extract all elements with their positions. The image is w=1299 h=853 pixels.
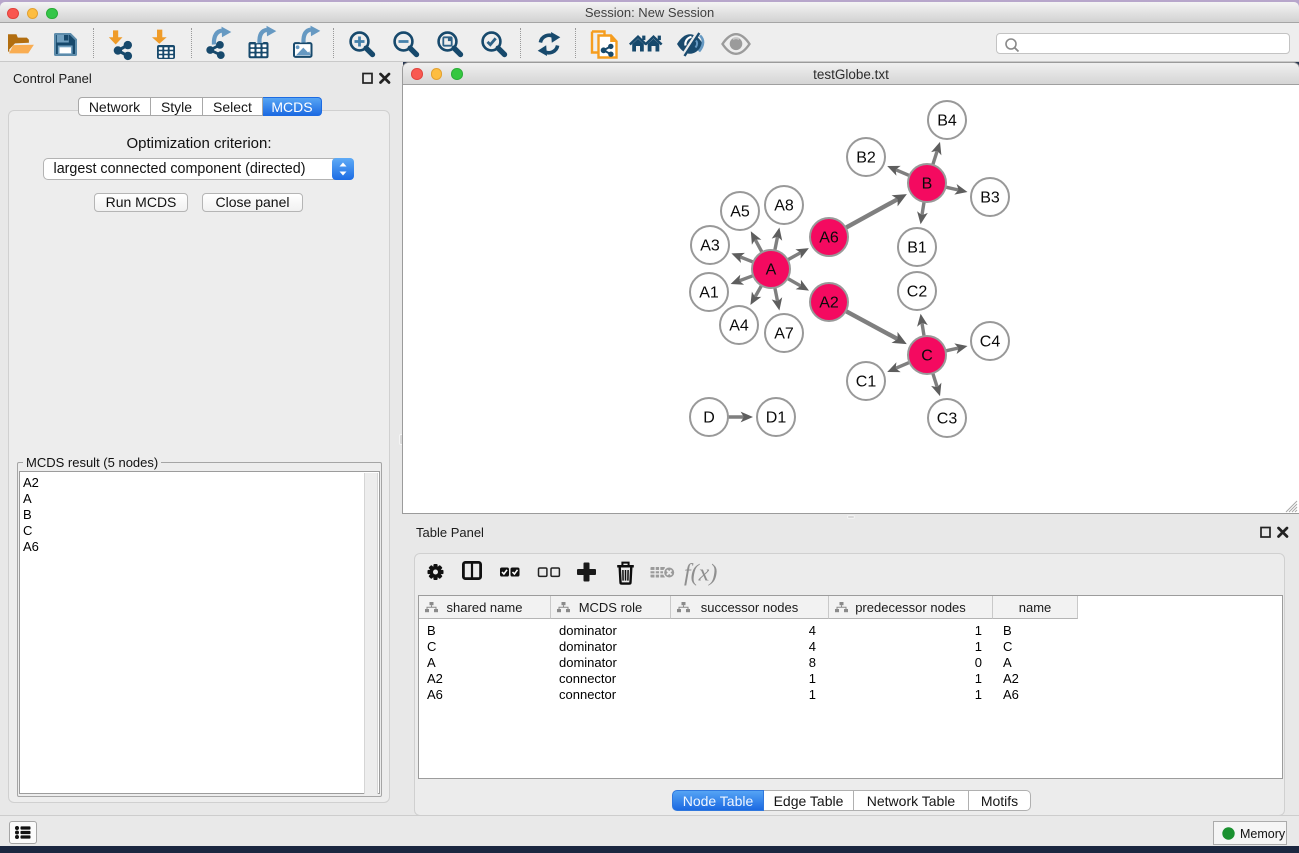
svg-text:B3: B3: [980, 190, 1000, 207]
svg-text:B1: B1: [907, 240, 927, 257]
svg-text:D: D: [703, 410, 715, 427]
svg-text:B2: B2: [856, 150, 876, 167]
svg-text:A6: A6: [819, 230, 839, 247]
svg-text:C3: C3: [937, 411, 958, 428]
svg-text:A1: A1: [699, 285, 719, 302]
svg-text:A3: A3: [700, 238, 720, 255]
svg-text:C2: C2: [907, 284, 928, 301]
svg-text:A5: A5: [730, 204, 750, 221]
svg-text:B: B: [922, 176, 933, 193]
svg-text:A: A: [766, 262, 777, 279]
svg-text:C: C: [921, 348, 933, 365]
svg-text:D1: D1: [766, 410, 787, 427]
svg-text:A2: A2: [819, 295, 839, 312]
svg-text:A7: A7: [774, 326, 794, 343]
svg-text:C1: C1: [856, 374, 877, 391]
svg-text:f(x): f(x): [684, 561, 717, 587]
svg-text:A8: A8: [774, 198, 794, 215]
svg-text:C4: C4: [980, 334, 1001, 351]
svg-text:B4: B4: [937, 113, 957, 130]
svg-text:A4: A4: [729, 318, 749, 335]
